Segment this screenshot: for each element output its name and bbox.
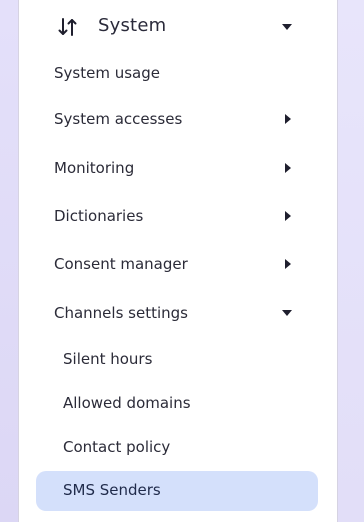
menu-item-dictionaries[interactable]: Dictionaries [19, 198, 339, 234]
menu-item-system-accesses[interactable]: System accesses [19, 101, 339, 137]
menu-item-label: Dictionaries [54, 207, 144, 225]
chevron-down-icon [282, 310, 292, 316]
menu-item-label: Channels settings [54, 304, 188, 322]
menu-item-monitoring[interactable]: Monitoring [19, 150, 339, 186]
menu-item-label: Monitoring [54, 159, 135, 177]
right-background [338, 0, 364, 522]
section-title: System [98, 15, 167, 36]
menu-item-label: System accesses [54, 110, 183, 128]
menu-item-label: Consent manager [54, 255, 188, 273]
chevron-right-icon [285, 163, 291, 173]
chevron-down-icon [282, 24, 292, 30]
menu-item-channels-settings[interactable]: Channels settings [19, 295, 339, 331]
sub-item-contact-policy[interactable]: Contact policy [19, 429, 339, 465]
menu-item-consent-manager[interactable]: Consent manager [19, 246, 339, 282]
chevron-right-icon [285, 259, 291, 269]
menu-item-system-usage[interactable]: System usage [19, 55, 339, 91]
sub-item-silent-hours[interactable]: Silent hours [19, 341, 339, 377]
left-background [0, 0, 18, 522]
sub-item-label: Allowed domains [63, 394, 191, 412]
sidebar-panel: System System usage System accesses Moni… [18, 0, 338, 522]
menu-item-label: System usage [54, 64, 160, 82]
section-header-system[interactable]: System [19, 0, 339, 54]
chevron-right-icon [285, 211, 291, 221]
chevron-right-icon [285, 114, 291, 124]
sort-arrows-icon [58, 18, 77, 36]
sub-item-label: Contact policy [63, 438, 171, 456]
sub-item-allowed-domains[interactable]: Allowed domains [19, 385, 339, 421]
sub-item-label-active: SMS Senders [63, 481, 161, 499]
sub-item-label: Silent hours [63, 350, 153, 368]
